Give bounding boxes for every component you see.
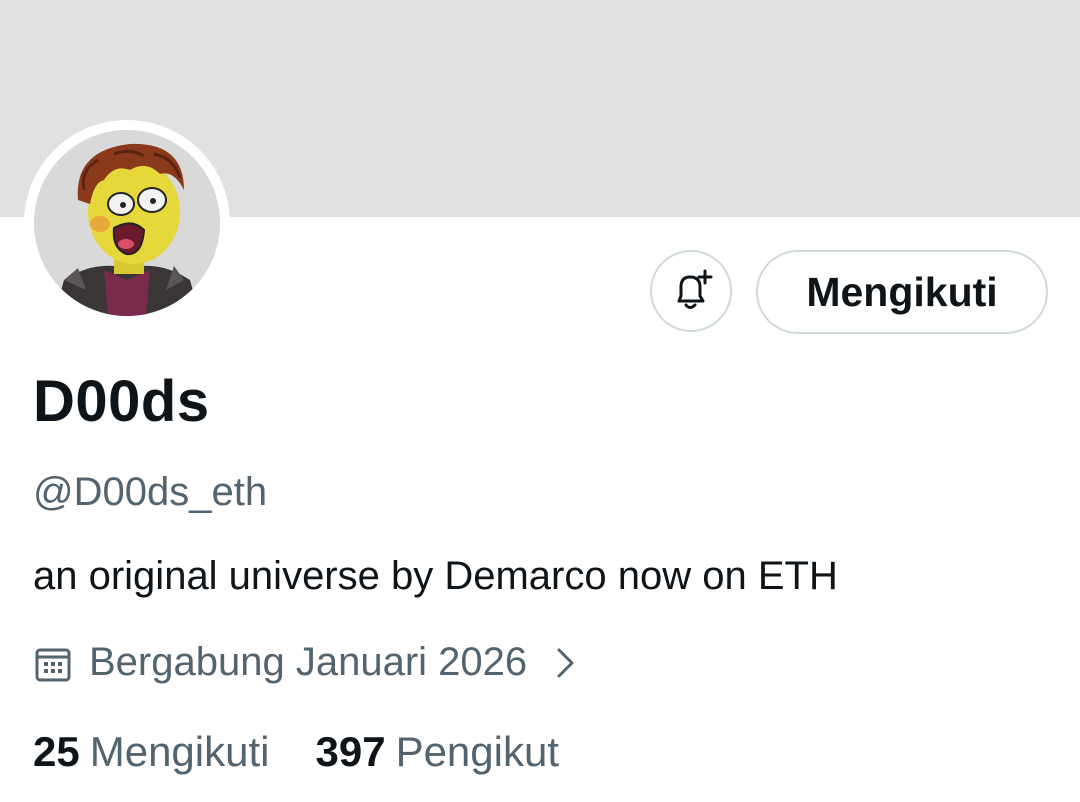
joined-date-text: Bergabung Januari 2026 bbox=[89, 640, 528, 684]
calendar-icon bbox=[35, 648, 71, 681]
avatar[interactable] bbox=[34, 130, 220, 316]
joined-date-row[interactable]: Bergabung Januari 2026 bbox=[33, 640, 579, 685]
user-handle: @D00ds_eth bbox=[33, 470, 268, 514]
profile-page: Mengikuti D00ds @D00ds_eth an original u… bbox=[0, 0, 1080, 802]
following-count: 25 bbox=[33, 728, 80, 775]
followers-count: 397 bbox=[315, 728, 386, 775]
followers-label: Pengikut bbox=[395, 728, 560, 775]
display-name: D00ds bbox=[33, 369, 210, 434]
profile-bio: an original universe by Demarco now on E… bbox=[33, 554, 838, 598]
chevron-right-icon bbox=[557, 648, 574, 677]
follow-stats: 25 Mengikuti 397 Pengikut bbox=[33, 728, 559, 776]
following-button[interactable]: Mengikuti bbox=[756, 250, 1048, 334]
bell-plus-icon bbox=[677, 269, 713, 309]
following-stat[interactable]: 25 Mengikuti bbox=[33, 728, 269, 776]
followers-stat[interactable]: 397 Pengikut bbox=[315, 728, 559, 776]
notify-button[interactable] bbox=[650, 250, 732, 332]
cartoon-avatar-icon bbox=[34, 130, 220, 316]
following-label: Mengikuti bbox=[89, 728, 270, 775]
